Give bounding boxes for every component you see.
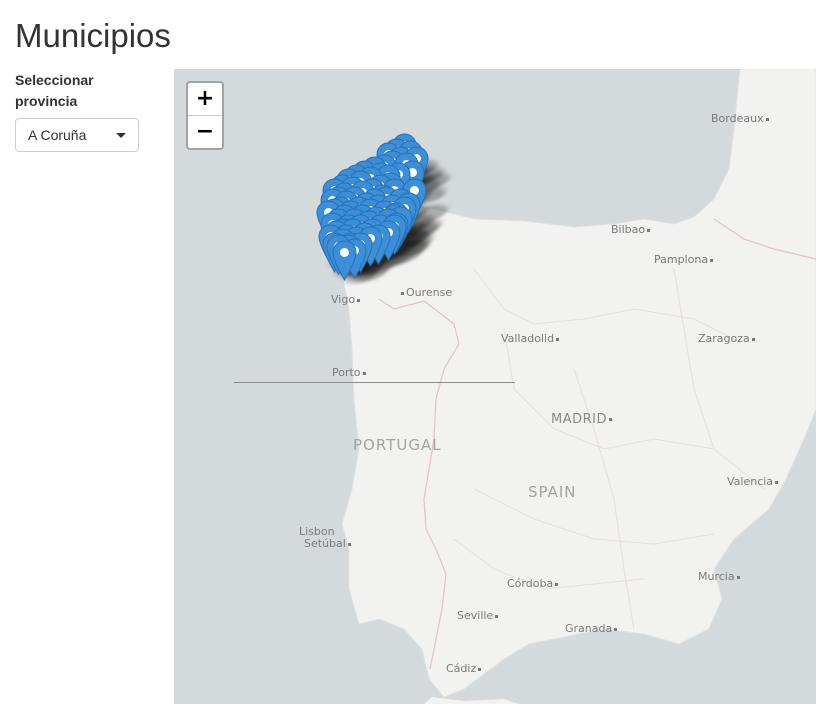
zoom-out-button[interactable]: − xyxy=(188,115,222,148)
city-pamplona: Pamplona xyxy=(654,253,715,266)
map-overlay-line xyxy=(234,382,515,383)
country-label-spain: SPAIN xyxy=(528,483,577,501)
city-valladolid: Valladolid xyxy=(501,332,561,345)
city-madrid: MADRID xyxy=(551,412,614,427)
city-ourense: Ourense xyxy=(399,286,452,299)
city-murcia: Murcia xyxy=(698,570,742,583)
map[interactable]: + − Bordeaux Bilbao Pamplona Vigo Ourens… xyxy=(174,69,816,704)
country-label-portugal: PORTUGAL xyxy=(353,436,442,454)
province-select-label: Seleccionar provincia xyxy=(15,72,94,109)
chevron-down-icon xyxy=(116,132,126,138)
zoom-control: + − xyxy=(186,81,224,150)
city-cadiz: Cádiz xyxy=(446,662,483,675)
city-valencia: Valencia xyxy=(727,475,780,488)
city-cordoba: Córdoba xyxy=(507,577,560,590)
province-select[interactable]: A Coruña xyxy=(15,118,139,152)
city-granada: Granada xyxy=(565,622,619,635)
map-marker-icon[interactable] xyxy=(332,240,357,281)
city-seville: Seville xyxy=(457,609,500,622)
city-porto: Porto xyxy=(332,366,368,379)
page-title: Municipios xyxy=(15,17,171,54)
city-setubal: Setúbal xyxy=(304,537,353,550)
city-vigo: Vigo xyxy=(331,293,362,306)
city-bilbao: Bilbao xyxy=(611,223,652,236)
zoom-in-button[interactable]: + xyxy=(188,83,222,115)
city-zaragoza: Zaragoza xyxy=(698,332,757,345)
sidebar: Seleccionar provincia A Coruña xyxy=(15,70,155,152)
province-select-value: A Coruña xyxy=(28,127,87,143)
city-bordeaux: Bordeaux xyxy=(711,112,771,125)
